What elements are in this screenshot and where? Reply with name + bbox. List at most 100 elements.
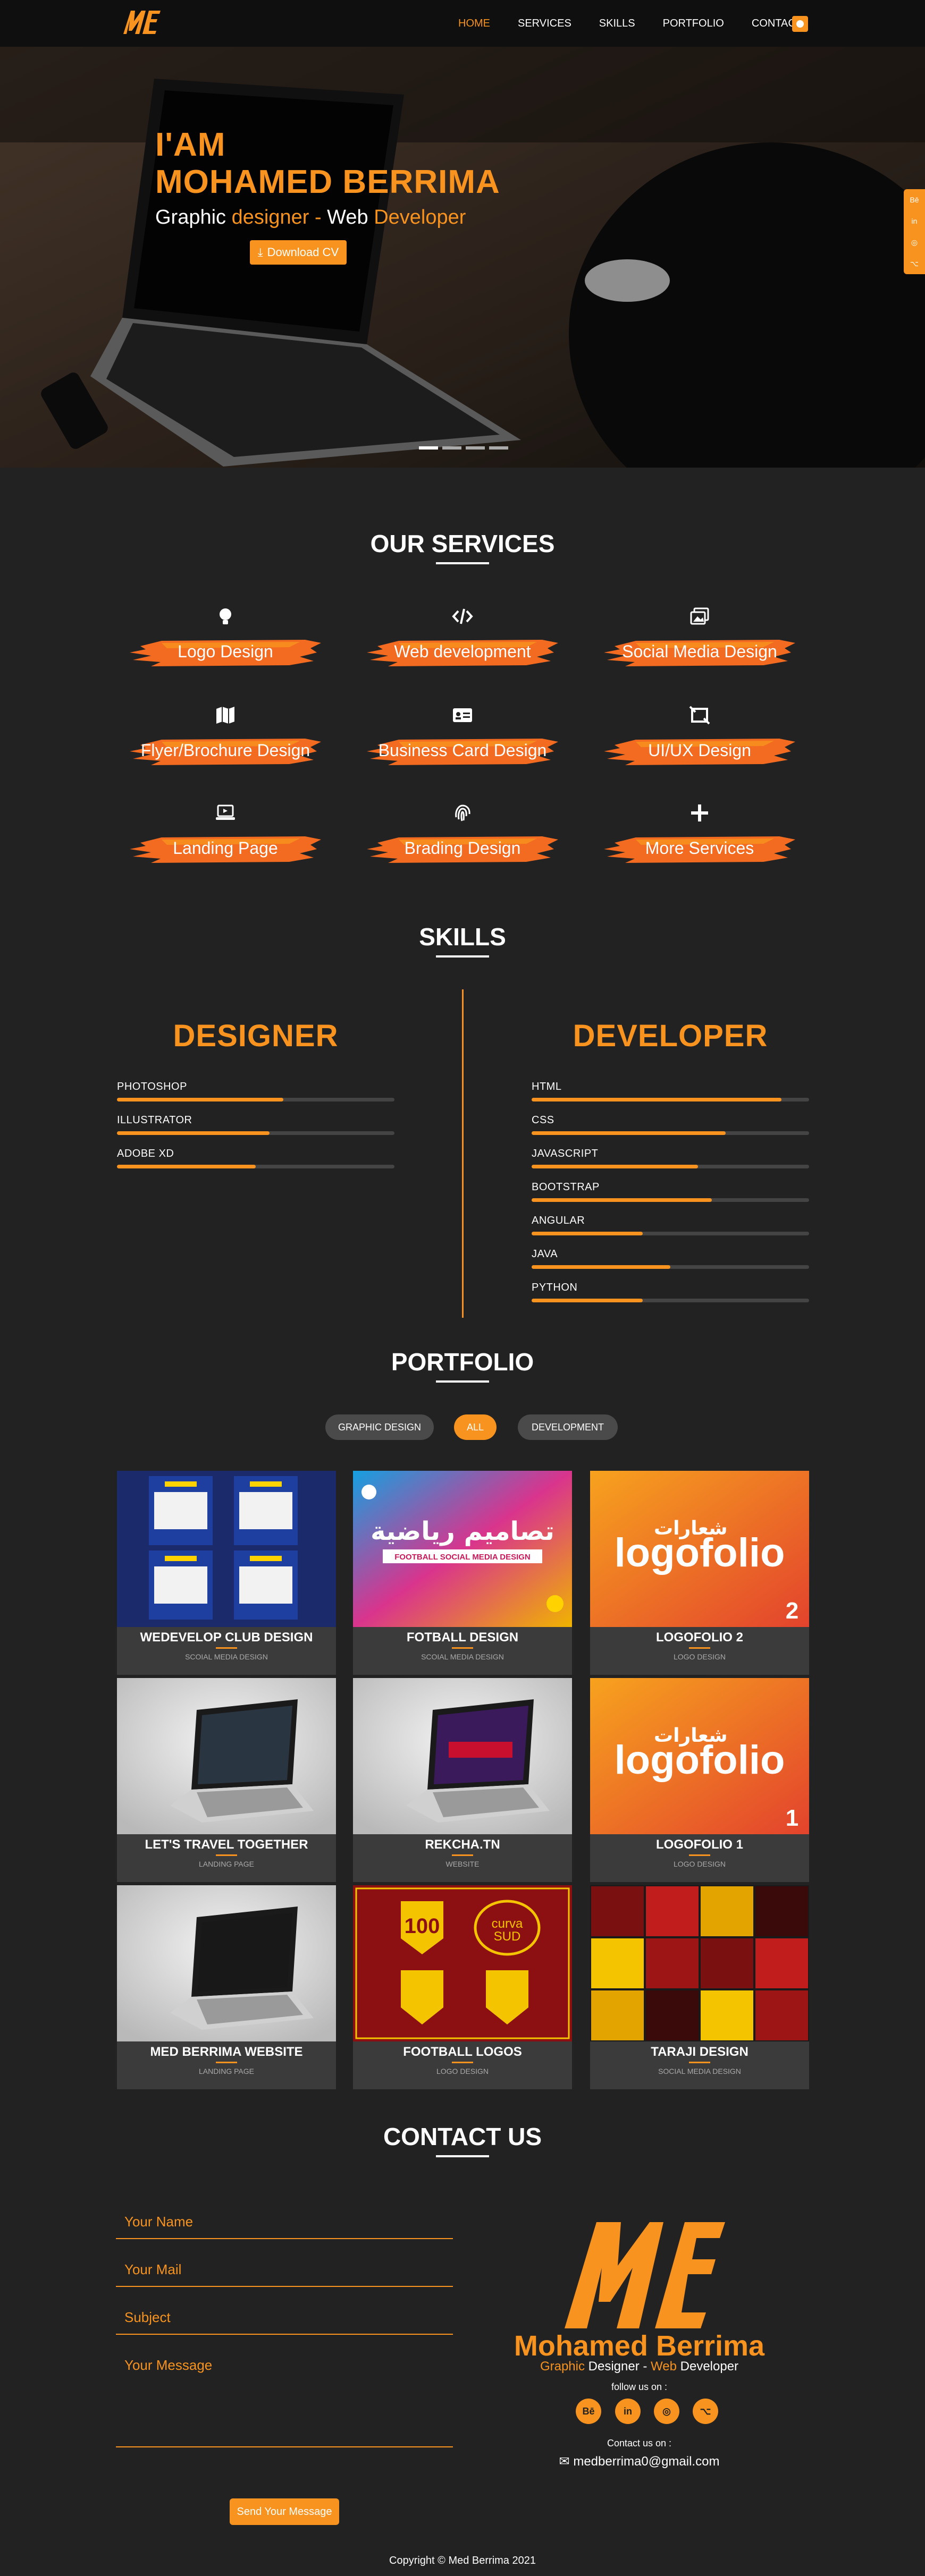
portfolio-category: SOCIAL MEDIA DESIGN [658,2067,741,2075]
service-label: Business Card Design [378,741,547,760]
med-logo[interactable] [118,7,164,37]
linkedin-icon[interactable]: in [615,2399,641,2424]
service-label: UI/UX Design [648,741,751,760]
theme-toggle-button[interactable] [792,16,808,32]
name-field[interactable]: Your Name [116,2214,453,2239]
download-icon: ⤓ [257,245,263,259]
skill-illustrator: ILLUSTRATOR [117,1114,394,1135]
portfolio-category: LOGO DESIGN [436,2067,489,2075]
instagram-icon[interactable]: ◎ [654,2399,679,2424]
svg-text:logofolio: logofolio [615,1530,785,1575]
portfolio-card[interactable]: MED BERRIMA WEBSITE LANDING PAGE [117,1885,336,2089]
nav-home[interactable]: HOME [458,18,490,30]
developer-skills: DEVELOPER [532,1018,809,1054]
skill-name: JAVASCRIPT [532,1148,599,1159]
service-ui-ux-design[interactable]: UI/UX Design [604,705,795,768]
github-icon[interactable]: ⌥ [904,253,925,274]
service-web-development[interactable]: Web development [367,606,558,670]
slide-indicator[interactable] [419,446,438,450]
service-landing-page[interactable]: Landing Page [130,802,321,866]
service-more-services[interactable]: More Services [604,802,795,866]
nav-skills[interactable]: SKILLS [599,18,635,30]
portfolio-card[interactable]: تصاميم رياضية FOOTBALL SOCIAL MEDIA DESIG… [353,1471,572,1675]
portfolio-category: LANDING PAGE [199,1860,254,1868]
contact-name: Mohamed Berrima [514,2330,765,2362]
slide-indicator[interactable] [489,446,508,450]
skills-title: SKILLS [419,923,506,951]
portfolio-underline [452,1647,473,1649]
portfolio-underline [452,2062,473,2063]
behance-icon[interactable]: Bē [576,2399,601,2424]
hero-name: MOHAMED BERRIMA [155,164,500,200]
med-logo-large [565,2222,725,2328]
slide-indicator[interactable] [442,446,461,450]
svg-text:تصاميم رياضية: تصاميم رياضية [371,1516,554,1546]
designer-heading: DESIGNER [173,1019,339,1053]
hero-greeting: I'AM [155,126,226,163]
service-flyer-brochure-design[interactable]: Flyer/Brochure Design [130,705,321,768]
linkedin-icon[interactable]: in [904,210,925,232]
instagram-icon[interactable]: ◎ [904,232,925,253]
svg-text:1: 1 [786,1805,798,1831]
contact-tagline: Graphic Designer - Web Developer [540,2359,739,2374]
skill-name: BOOTSTRAP [532,1181,600,1193]
skill-progress-track [532,1098,809,1101]
nav-portfolio[interactable]: PORTFOLIO [663,18,724,30]
email-field[interactable]: Your Mail [116,2261,453,2287]
skill-progress-track [532,1232,809,1235]
portfolio-title: REKCHA.TN [425,1837,500,1852]
skill-html: HTML [532,1081,809,1101]
download-cv-button[interactable]: ⤓ Download CV [250,240,347,265]
portfolio-thumbnail [353,1678,572,1834]
skill-progress-fill [532,1299,643,1302]
id-card-icon [452,705,473,726]
portfolio-title: FOOTBALL LOGOS [403,2045,522,2059]
portfolio-category: SCOIAL MEDIA DESIGN [185,1653,268,1661]
portfolio-thumbnail: شعارات logofolio 2 [590,1471,809,1627]
send-message-button[interactable]: Send Your Message [230,2498,339,2525]
filter-graphic-design[interactable]: GRAPHIC DESIGN [325,1414,434,1440]
filter-development[interactable]: DEVELOPMENT [518,1414,618,1440]
portfolio-card[interactable]: WEDEVELOP CLUB DESIGN SCOIAL MEDIA DESIGN [117,1471,336,1675]
skill-css: CSS [532,1114,809,1135]
skill-javascript: JAVASCRIPT [532,1148,809,1168]
skill-progress-fill [117,1098,284,1101]
portfolio-title: PORTFOLIO [391,1348,534,1376]
contact-on-label: Contact us on : [607,2438,672,2448]
skill-progress-fill [117,1131,270,1135]
skills-divider [462,989,464,1318]
portfolio-card[interactable]: 100 curva SUD FOOTBALL LOGOS LOGO DESIGN [353,1885,572,2089]
service-logo-design[interactable]: Logo Design [130,606,321,670]
subject-field[interactable]: Subject [116,2309,453,2335]
portfolio-card[interactable]: LET'S TRAVEL TOGETHER LANDING PAGE [117,1678,336,1882]
portfolio-card[interactable]: TARAJI DESIGN SOCIAL MEDIA DESIGN [590,1885,809,2089]
slide-indicator[interactable] [466,446,485,450]
message-field[interactable]: Your Message [116,2357,453,2447]
plus-icon [689,802,710,824]
filter-all[interactable]: ALL [454,1414,497,1440]
portfolio-card[interactable]: REKCHA.TN WEBSITE [353,1678,572,1882]
skill-progress-fill [532,1165,699,1168]
skill-progress-track [532,1265,809,1269]
hero-slider: I'AM MOHAMED BERRIMA Graphic designer - … [0,47,925,468]
service-business-card-design[interactable]: Business Card Design [367,705,558,768]
portfolio-card[interactable]: شعارات logofolio 1 LOGOFOLIO 1 LOGO DESIGN [590,1678,809,1882]
portfolio-title: FOTBALL DESIGN [406,1630,519,1645]
contact-email[interactable]: ✉ medberrima0@gmail.com [478,2454,800,2469]
service-social-media-design[interactable]: Social Media Design [604,606,795,670]
service-label: Web development [394,642,531,661]
services-title: OUR SERVICES [370,530,555,557]
portfolio-category: SCOIAL MEDIA DESIGN [421,1653,504,1661]
github-icon[interactable]: ⌥ [693,2399,718,2424]
skill-name: ADOBE XD [117,1148,174,1159]
behance-icon[interactable]: Bē [904,189,925,210]
crop-icon [689,705,710,726]
service-brading-design[interactable]: Brading Design [367,802,558,866]
portfolio-thumbnail [590,1885,809,2041]
skill-photoshop: PHOTOSHOP [117,1081,394,1101]
skill-progress-fill [532,1098,781,1101]
nav-services[interactable]: SERVICES [518,18,571,30]
portfolio-card[interactable]: شعارات logofolio 2 LOGOFOLIO 2 LOGO DESIGN [590,1471,809,1675]
portfolio-title: WEDEVELOP CLUB DESIGN [140,1630,313,1645]
skill-progress-fill [532,1232,643,1235]
